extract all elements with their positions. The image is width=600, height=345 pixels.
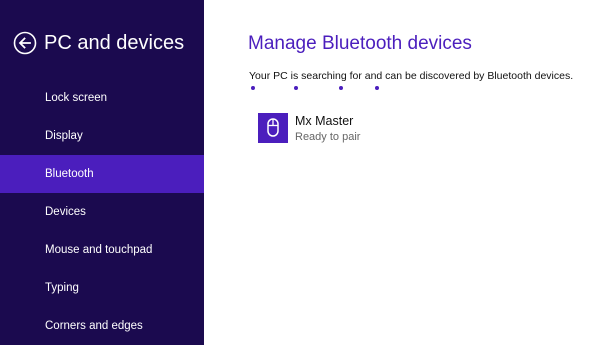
sidebar-item-display[interactable]: Display bbox=[0, 117, 204, 155]
back-arrow-icon bbox=[13, 31, 37, 55]
search-status-text: Your PC is searching for and can be disc… bbox=[249, 70, 574, 82]
progress-dot bbox=[251, 86, 255, 90]
sidebar-item-devices[interactable]: Devices bbox=[0, 193, 204, 231]
device-status: Ready to pair bbox=[295, 131, 361, 143]
device-name: Mx Master bbox=[295, 114, 354, 128]
sidebar-item-bluetooth[interactable]: Bluetooth bbox=[0, 155, 204, 193]
pc-settings-window: PC and devices Lock screen Display Bluet… bbox=[0, 0, 600, 345]
sidebar-title: PC and devices bbox=[44, 32, 185, 54]
sidebar-item-corners-and-edges[interactable]: Corners and edges bbox=[0, 307, 204, 345]
progress-dot bbox=[375, 86, 379, 90]
progress-dot bbox=[339, 86, 343, 90]
progress-dot bbox=[294, 86, 298, 90]
sidebar-item-lock-screen[interactable]: Lock screen bbox=[0, 79, 204, 117]
sidebar-item-mouse-and-touchpad[interactable]: Mouse and touchpad bbox=[0, 231, 204, 269]
searching-progress-indicator bbox=[249, 86, 389, 92]
mouse-icon bbox=[258, 113, 288, 143]
sidebar-nav: Lock screen Display Bluetooth Devices Mo… bbox=[0, 79, 204, 345]
sidebar: PC and devices Lock screen Display Bluet… bbox=[0, 0, 204, 345]
page-title: Manage Bluetooth devices bbox=[248, 33, 472, 54]
back-button[interactable] bbox=[13, 31, 37, 55]
main-content: Manage Bluetooth devices Your PC is sear… bbox=[204, 0, 600, 345]
sidebar-item-typing[interactable]: Typing bbox=[0, 269, 204, 307]
